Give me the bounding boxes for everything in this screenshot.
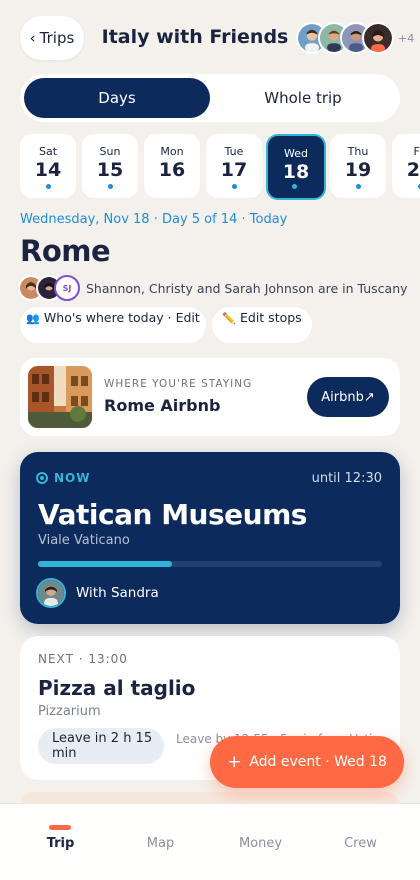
whos-where-today-button[interactable]: 👥 Who's where today · Edit (20, 307, 206, 343)
leave-in-badge: Leave in 2 h 15 min (38, 728, 164, 764)
day-number: 17 (220, 159, 248, 181)
events-dot (108, 184, 113, 189)
current-event-card[interactable]: NOW until 12:30 Vatican Museums Viale Va… (20, 452, 400, 624)
events-dot (356, 184, 361, 189)
top-bar: ‹ Trips Italy with Friends +4 (0, 0, 420, 72)
accommodation-name: Rome Airbnb (104, 396, 221, 415)
bottom-tab-bar: Trip Map Money Crew (0, 803, 420, 880)
open-airbnb-button[interactable]: Airbnb↗ (307, 377, 389, 417)
event-end-time: until 12:30 (311, 471, 382, 486)
companion-avatar (36, 578, 66, 608)
member-initials-avatar: SJ (54, 275, 80, 301)
day-picker: Sat 14 Sun 15 Mon 16 Tue 17 Wed 18 Thu 1… (0, 134, 420, 200)
whos-where-label: Who's where today · Edit (43, 310, 200, 325)
events-dot (46, 184, 51, 189)
trip-title: Italy with Friends (101, 26, 289, 48)
events-dot (292, 184, 297, 189)
plus-icon: + (227, 752, 242, 772)
pencil-icon: ✏️ (222, 312, 236, 325)
trip-members-avatars[interactable]: +4 (296, 22, 414, 54)
live-indicator-icon (36, 472, 48, 484)
tab-label: Map (146, 836, 175, 851)
people-icon: 👥 (26, 312, 40, 325)
events-dot (232, 184, 237, 189)
days-tab[interactable]: Days (24, 78, 210, 118)
day-of-week: Tue (224, 145, 244, 158)
accommodation-photo (28, 366, 92, 428)
day-of-week: Thu (347, 145, 369, 158)
now-label: NOW (54, 471, 91, 485)
city-title: Rome (20, 234, 111, 268)
day-of-week: Sun (99, 145, 121, 158)
day-number: 19 (344, 159, 372, 181)
day-chip-tue-17[interactable]: Tue 17 (206, 134, 262, 198)
day-chip-wed-18[interactable]: Wed 18 (266, 134, 326, 200)
day-chip-thu-19[interactable]: Thu 19 (330, 134, 386, 198)
companion-text: With Sandra (76, 585, 159, 601)
tab-trip[interactable]: Trip (8, 804, 113, 880)
next-label: NEXT · 13:00 (38, 652, 128, 666)
accommodation-label: WHERE YOU'RE STAYING (104, 378, 253, 390)
day-chip-mon-16[interactable]: Mon 16 (144, 134, 200, 198)
tab-crew[interactable]: Crew (308, 804, 413, 880)
day-number: 14 (34, 159, 62, 181)
day-chip-fri-20[interactable]: Fri 20 (392, 134, 420, 198)
day-number: 18 (282, 161, 310, 183)
next-event-title: Pizza al taglio (38, 676, 196, 700)
street-photo (28, 366, 92, 428)
next-event-location: Pizzarium (38, 704, 101, 719)
day-number: 15 (96, 159, 124, 181)
chevron-left-icon: ‹ (29, 29, 36, 47)
active-tab-indicator (49, 825, 71, 830)
current-event-title: Vatican Museums (38, 498, 307, 531)
edit-stops-label: Edit stops (240, 310, 302, 325)
tab-money[interactable]: Money (208, 804, 313, 880)
day-chip-sat-14[interactable]: Sat 14 (20, 134, 76, 198)
tab-label: Money (238, 836, 283, 851)
member-avatar (362, 22, 394, 54)
day-of-week: Fri (413, 145, 420, 158)
add-event-button[interactable]: + Add event · Wed 18 (210, 736, 404, 788)
tab-label: Trip (46, 836, 75, 851)
back-button-label: Trips (39, 29, 75, 47)
date-line: Wednesday, Nov 18 · Day 5 of 14 · Today (20, 212, 288, 227)
day-of-week: Sat (38, 145, 58, 158)
more-members-count: +4 (398, 31, 415, 45)
others-location-row[interactable]: SJ Shannon, Christy and Sarah Johnson ar… (18, 274, 408, 302)
tab-label: Crew (344, 836, 377, 851)
whole-trip-tab[interactable]: Whole trip (210, 78, 396, 118)
view-segmented-control: Days Whole trip (20, 74, 400, 122)
others-location-text: Shannon, Christy and Sarah Johnson are i… (86, 280, 408, 296)
day-number: 16 (158, 159, 186, 181)
day-number: 20 (406, 159, 420, 181)
current-event-location: Viale Vaticano (38, 533, 130, 548)
event-progress-fill (38, 561, 173, 567)
day-of-week: Wed (284, 147, 308, 160)
back-to-trips-button[interactable]: ‹ Trips (20, 16, 84, 60)
add-event-label: Add event · Wed 18 (249, 754, 387, 770)
tab-map[interactable]: Map (108, 804, 213, 880)
day-chip-sun-15[interactable]: Sun 15 (82, 134, 138, 198)
event-progress-bar (38, 561, 382, 567)
edit-stops-button[interactable]: ✏️ Edit stops (212, 307, 312, 343)
day-of-week: Mon (160, 145, 184, 158)
accommodation-card[interactable]: WHERE YOU'RE STAYING Rome Airbnb Airbnb↗ (20, 358, 400, 436)
